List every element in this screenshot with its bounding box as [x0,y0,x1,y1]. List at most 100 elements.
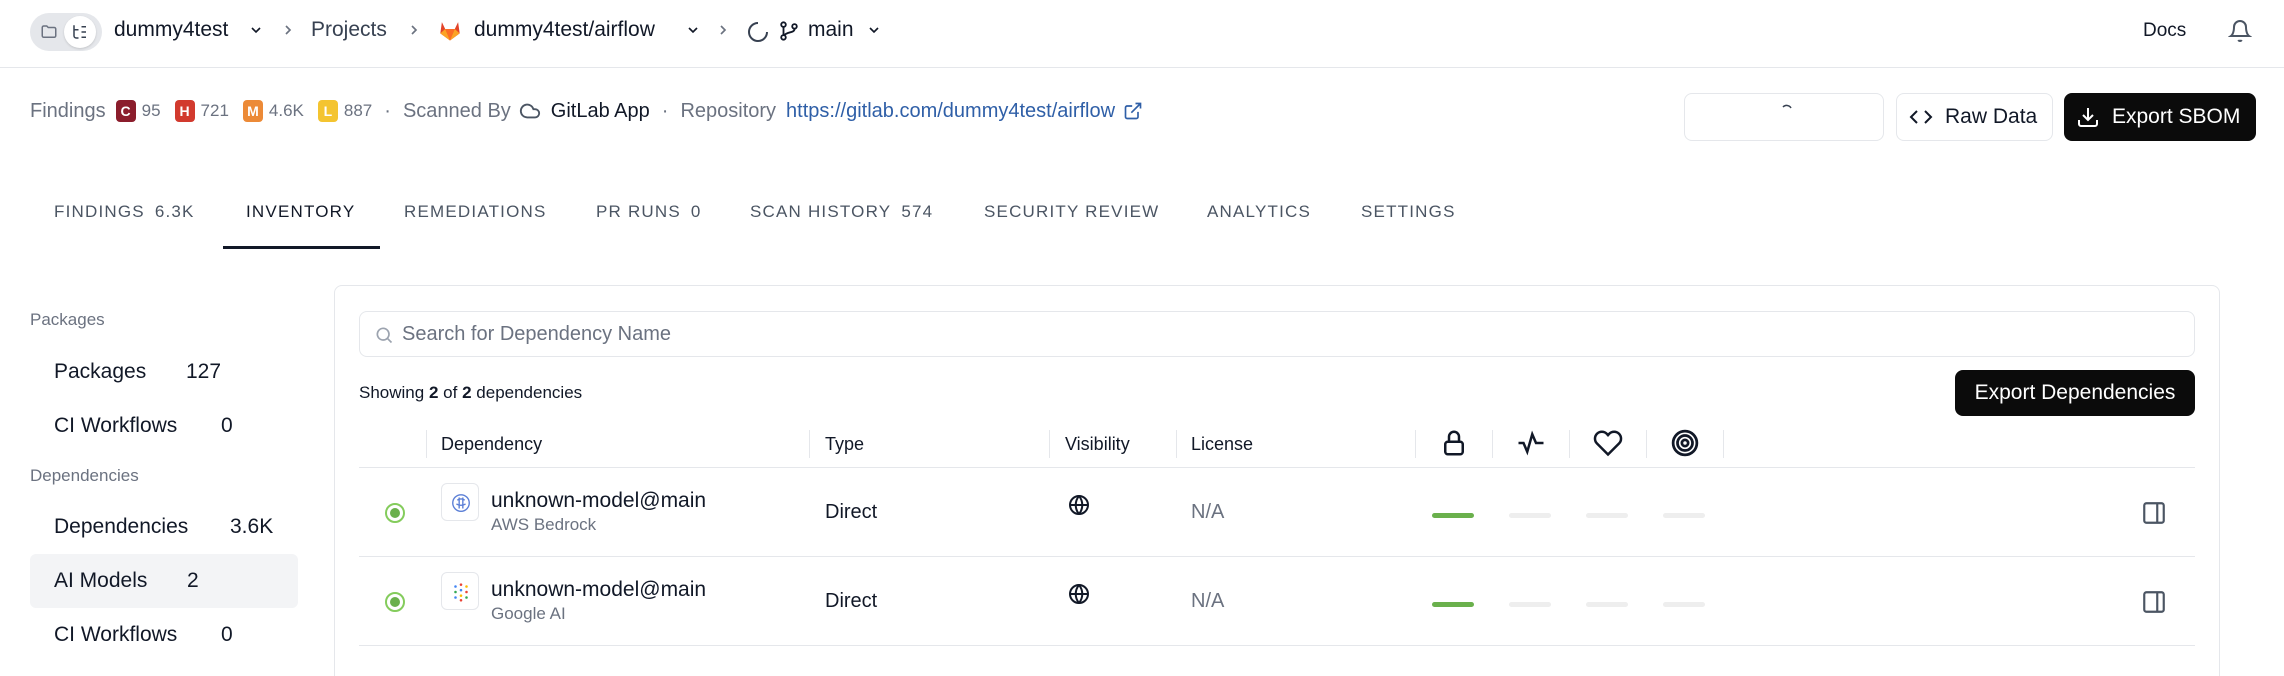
download-icon [2076,105,2100,129]
table-row[interactable]: unknown-model@main AWS Bedrock Direct N/… [359,469,2195,557]
branch-selector[interactable]: main [808,18,854,42]
git-branch-icon [778,20,800,42]
tab-label: PR RUNS [596,202,681,221]
tab-label: SETTINGS [1361,202,1456,221]
status-indicator [385,503,405,523]
tab-pr-runs[interactable]: PR RUNS 0 [596,202,702,222]
dependency-license: N/A [1191,590,1225,612]
tab-findings[interactable]: FINDINGS 6.3K [54,202,195,222]
separator-dot: · [661,99,669,122]
column-divider [1646,430,1647,458]
low-badge: L [317,100,338,122]
column-divider [1049,430,1050,458]
tab-count: 0 [690,202,702,221]
scanned-by-value: GitLab App [550,99,650,122]
cloud-icon [519,100,541,122]
lock-icon[interactable] [1439,428,1469,458]
sidebar-item-ai-models[interactable]: AI Models 2 [30,554,298,608]
breadcrumb-projects[interactable]: Projects [311,18,387,42]
status-indicator [385,592,405,612]
bell-icon[interactable] [2228,19,2252,43]
chevron-down-icon[interactable] [866,22,882,38]
dependency-license: N/A [1191,501,1225,523]
dependency-name[interactable]: unknown-model@main [491,489,706,513]
health-score-bar [1586,602,1628,607]
sidebar-item-ci-workflows[interactable]: CI Workflows 0 [30,608,298,662]
chevron-down-icon[interactable] [248,22,264,38]
reachability-score-bar [1663,513,1705,518]
sidebar-item-count: 0 [221,414,233,437]
repo-selector[interactable]: dummy4test/airflow [474,18,655,42]
tab-security-review[interactable]: SECURITY REVIEW [984,202,1159,222]
sidebar-item-label: CI Workflows [54,623,178,646]
activity-icon[interactable] [1516,428,1546,458]
critical-count: 95 [141,101,161,120]
results-suffix: dependencies [476,383,583,402]
critical-badge: C [115,100,136,122]
view-toggle[interactable] [30,13,102,51]
tab-label: REMEDIATIONS [404,202,547,221]
search-box[interactable] [359,311,2195,357]
column-divider [1569,430,1570,458]
sidebar-item-count: 127 [186,360,222,383]
chevron-right-icon [406,22,422,38]
tree-view-icon[interactable] [64,16,96,48]
tab-settings[interactable]: SETTINGS [1361,202,1456,222]
loading-spinner-icon [1781,104,1793,116]
column-dependency[interactable]: Dependency [441,434,542,455]
sidebar-section-packages: Packages [30,310,105,329]
export-dependencies-button[interactable]: Export Dependencies [1955,370,2195,416]
folder-icon[interactable] [40,23,58,41]
side-panel-icon[interactable] [2141,589,2167,615]
sidebar-item-ci-workflows[interactable]: CI Workflows 0 [30,399,298,453]
sidebar-section-dependencies: Dependencies [30,466,139,485]
tab-remediations[interactable]: REMEDIATIONS [404,202,547,222]
loading-button[interactable] [1684,93,1884,141]
dependency-type: Direct [825,501,878,523]
tab-label: ANALYTICS [1207,202,1312,221]
column-type[interactable]: Type [825,434,864,455]
column-divider [809,430,810,458]
table-header: Dependency Type Visibility License [359,420,2195,468]
column-license[interactable]: License [1191,434,1253,455]
globe-icon [1067,582,1091,606]
tab-scan-history[interactable]: SCAN HISTORY 574 [750,202,933,222]
table-row[interactable]: unknown-model@main Google AI Direct N/A [359,558,2195,646]
code-icon [1909,105,1933,129]
search-icon [376,327,393,344]
side-panel-icon[interactable] [2141,500,2167,526]
findings-label: Findings [30,99,106,122]
heart-icon[interactable] [1593,428,1623,458]
security-score-bar [1432,513,1474,518]
tab-label: FINDINGS [54,202,145,221]
docs-link[interactable]: Docs [2143,20,2186,42]
dependency-name[interactable]: unknown-model@main [491,578,706,602]
results-shown: 2 [428,383,439,402]
export-sbom-button[interactable]: Export SBOM [2064,93,2256,141]
column-divider [426,430,427,458]
column-divider [1415,430,1416,458]
target-icon[interactable] [1670,428,1700,458]
org-selector[interactable]: dummy4test [114,18,228,42]
sidebar-item-packages[interactable]: Packages 127 [30,345,298,399]
column-divider [1723,430,1724,458]
sidebar-item-count: 3.6K [230,515,274,538]
reachability-score-bar [1663,602,1705,607]
results-count: Showing 2 of 2 dependencies [359,383,582,403]
scan-summary: Findings C 95 H 721 M 4.6K L 887 · Scann… [30,96,1143,126]
activity-score-bar [1509,513,1551,518]
repository-link[interactable]: https://gitlab.com/dummy4test/airflow [786,100,1115,123]
sidebar-item-label: Dependencies [54,515,189,538]
column-visibility[interactable]: Visibility [1065,434,1130,455]
tab-label: SECURITY REVIEW [984,202,1160,221]
column-divider [1492,430,1493,458]
tab-inventory[interactable]: INVENTORY [246,202,355,222]
search-input[interactable] [402,312,2182,356]
external-link-icon[interactable] [1123,101,1143,121]
dependency-type: Direct [825,590,878,612]
raw-data-button[interactable]: Raw Data [1896,93,2053,141]
sidebar-item-dependencies[interactable]: Dependencies 3.6K [30,500,298,554]
tab-analytics[interactable]: ANALYTICS [1207,202,1311,222]
tab-count: 574 [901,202,934,221]
chevron-down-icon[interactable] [685,22,701,38]
